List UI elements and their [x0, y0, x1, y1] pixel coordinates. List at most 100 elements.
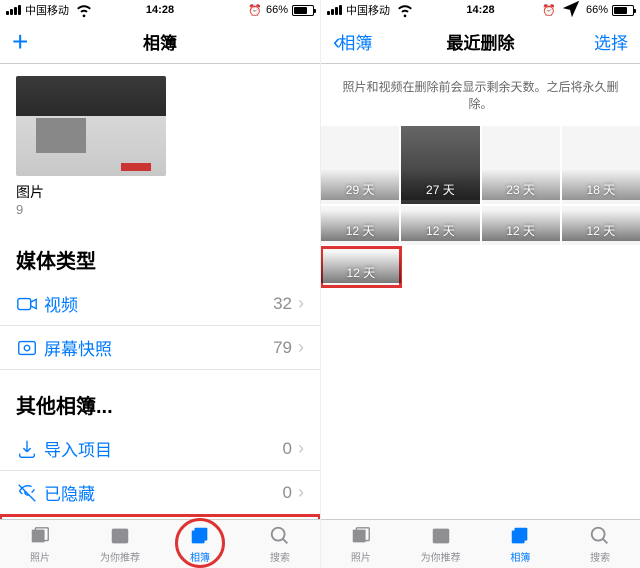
photo-cell[interactable]: 12 天 [562, 206, 640, 245]
signal-icon [6, 5, 21, 15]
photo-grid: 29 天 27 天 23 天 18 天 [321, 126, 640, 204]
heart-icon [430, 524, 452, 548]
battery-pct: 66% [266, 4, 288, 16]
signal-icon [327, 5, 342, 15]
tab-label: 照片 [351, 549, 371, 564]
nav-bar: + 相簿 [0, 20, 320, 64]
photo-grid-row2: 12 天 12 天 12 天 12 天 [321, 206, 640, 245]
section-other-albums: 其他相簿... [0, 370, 320, 427]
days-label: 12 天 [321, 210, 399, 241]
days-label: 23 天 [482, 169, 560, 200]
tab-photos[interactable]: 照片 [321, 520, 401, 568]
battery-pct: 66% [586, 4, 608, 16]
days-label: 12 天 [321, 252, 401, 283]
nav-title: 最近删除 [447, 29, 515, 54]
photo-cell[interactable]: 12 天 [401, 206, 479, 245]
tab-search[interactable]: 搜索 [240, 520, 320, 568]
photo-cell-highlighted[interactable]: 12 天 [321, 247, 401, 287]
back-button[interactable]: ‹相簿 [333, 29, 372, 55]
phone-right: 中国移动 14:28 ⏰ 66% ‹相簿 最近删除 选择 照片和视频在删除前会显… [320, 0, 640, 568]
days-label: 29 天 [321, 169, 399, 200]
status-time: 14:28 [466, 4, 494, 16]
tab-albums[interactable]: 相簿 [160, 520, 240, 568]
album-count: 9 [16, 202, 304, 217]
photo-cell[interactable]: 29 天 [321, 126, 399, 204]
hidden-icon [16, 482, 44, 504]
photos-icon [350, 524, 372, 548]
tab-albums[interactable]: 相簿 [481, 520, 561, 568]
photo-cell[interactable]: 18 天 [562, 126, 640, 204]
video-icon [16, 293, 44, 315]
photo-grid-row3: 12 天 [321, 247, 640, 287]
tab-label: 照片 [30, 549, 50, 564]
tab-label: 为你推荐 [100, 549, 140, 564]
tab-bar: 照片 为你推荐 相簿 搜索 [321, 519, 640, 568]
albums-icon [189, 524, 211, 548]
battery-icon [612, 5, 634, 16]
row-count: 0 [283, 483, 292, 503]
photo-cell[interactable]: 27 天 [401, 126, 479, 204]
row-recently-deleted[interactable]: 最近删除 9 › [0, 515, 320, 519]
status-bar: 中国移动 14:28 ⏰ 66% [0, 0, 320, 20]
album-item[interactable]: 图片 9 [0, 64, 320, 225]
search-icon [269, 524, 291, 548]
phone-left: 中国移动 14:28 ⏰ 66% + 相簿 图片 9 媒体类型 视频 32 [0, 0, 320, 568]
albums-icon [509, 524, 531, 548]
deleted-content[interactable]: 照片和视频在删除前会显示剩余天数。之后将永久删除。 29 天 27 天 23 天… [321, 64, 640, 519]
row-hidden[interactable]: 已隐藏 0 › [0, 471, 320, 515]
heart-icon [109, 524, 131, 548]
days-label: 12 天 [562, 210, 640, 241]
photo-cell[interactable]: 12 天 [482, 206, 560, 245]
tab-label: 相簿 [510, 549, 530, 564]
days-label: 27 天 [401, 169, 479, 200]
search-icon [589, 524, 611, 548]
carrier: 中国移动 [25, 2, 69, 18]
photos-icon [29, 524, 51, 548]
row-count: 79 [273, 338, 292, 358]
album-thumbnail[interactable] [16, 76, 166, 176]
album-label: 图片 [16, 182, 304, 202]
row-label: 屏幕快照 [44, 335, 273, 360]
status-bar: 中国移动 14:28 ⏰ 66% [321, 0, 640, 20]
add-button[interactable]: + [12, 26, 28, 58]
photo-cell[interactable]: 23 天 [482, 126, 560, 204]
days-label: 12 天 [482, 210, 560, 241]
row-label: 导入项目 [44, 436, 283, 461]
nav-bar: ‹相簿 最近删除 选择 [321, 20, 640, 64]
chevron-right-icon: › [298, 482, 304, 503]
tab-label: 搜索 [590, 549, 610, 564]
screenshot-icon [16, 337, 44, 359]
days-label: 18 天 [562, 169, 640, 200]
row-count: 32 [273, 294, 292, 314]
alarm-icon: ⏰ [248, 4, 262, 17]
row-imports[interactable]: 导入项目 0 › [0, 427, 320, 471]
row-label: 已隐藏 [44, 480, 283, 505]
albums-content[interactable]: 图片 9 媒体类型 视频 32 › 屏幕快照 79 › 其他相簿... 导入项目 [0, 64, 320, 519]
row-screenshots[interactable]: 屏幕快照 79 › [0, 326, 320, 370]
tab-label: 相簿 [190, 549, 210, 564]
nav-title: 相簿 [143, 29, 177, 54]
battery-icon [292, 5, 314, 16]
chevron-right-icon: › [298, 337, 304, 358]
tab-label: 为你推荐 [421, 549, 461, 564]
chevron-right-icon: › [298, 438, 304, 459]
tab-for-you[interactable]: 为你推荐 [80, 520, 160, 568]
alarm-icon: ⏰ [542, 4, 556, 17]
carrier: 中国移动 [346, 2, 390, 18]
row-videos[interactable]: 视频 32 › [0, 282, 320, 326]
select-button[interactable]: 选择 [594, 29, 628, 54]
tab-for-you[interactable]: 为你推荐 [401, 520, 481, 568]
tab-photos[interactable]: 照片 [0, 520, 80, 568]
chevron-right-icon: › [298, 293, 304, 314]
section-media-types: 媒体类型 [0, 225, 320, 282]
import-icon [16, 438, 44, 460]
status-time: 14:28 [146, 4, 174, 16]
photo-cell[interactable]: 12 天 [321, 206, 399, 245]
tab-label: 搜索 [270, 549, 290, 564]
row-label: 视频 [44, 291, 273, 316]
tab-search[interactable]: 搜索 [560, 520, 640, 568]
days-label: 12 天 [401, 210, 479, 241]
tab-bar: 照片 为你推荐 相簿 搜索 [0, 519, 320, 568]
info-text: 照片和视频在删除前会显示剩余天数。之后将永久删除。 [321, 64, 640, 126]
row-count: 0 [283, 439, 292, 459]
